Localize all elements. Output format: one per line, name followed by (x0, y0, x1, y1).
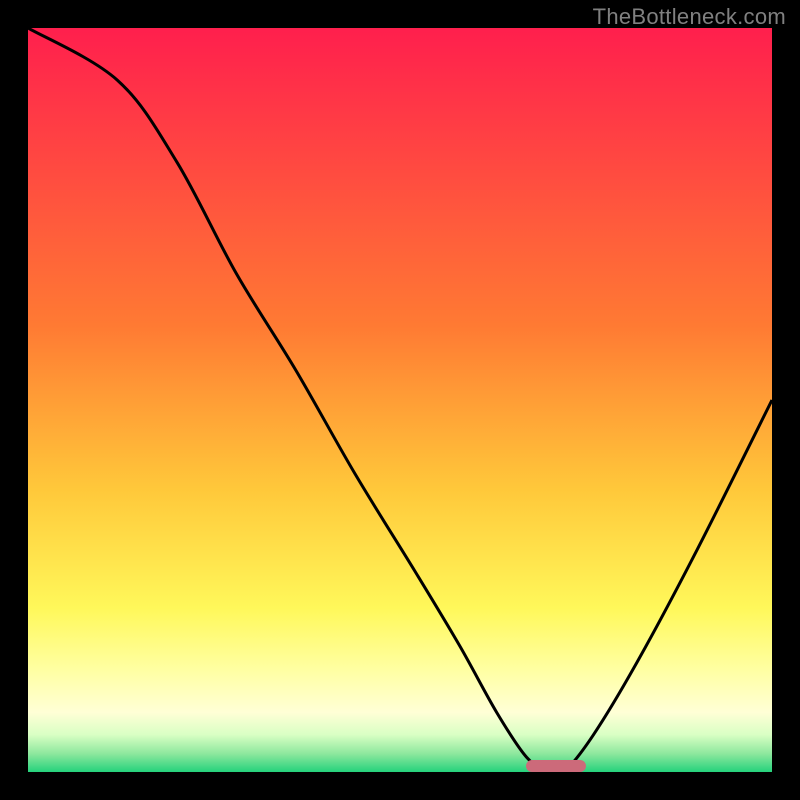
plot-area (28, 28, 772, 772)
severity-gradient-rect (28, 28, 772, 772)
chart-svg (28, 28, 772, 772)
attribution-label: TheBottleneck.com (593, 4, 786, 30)
plot-frame (28, 28, 772, 772)
balance-marker (526, 760, 586, 772)
